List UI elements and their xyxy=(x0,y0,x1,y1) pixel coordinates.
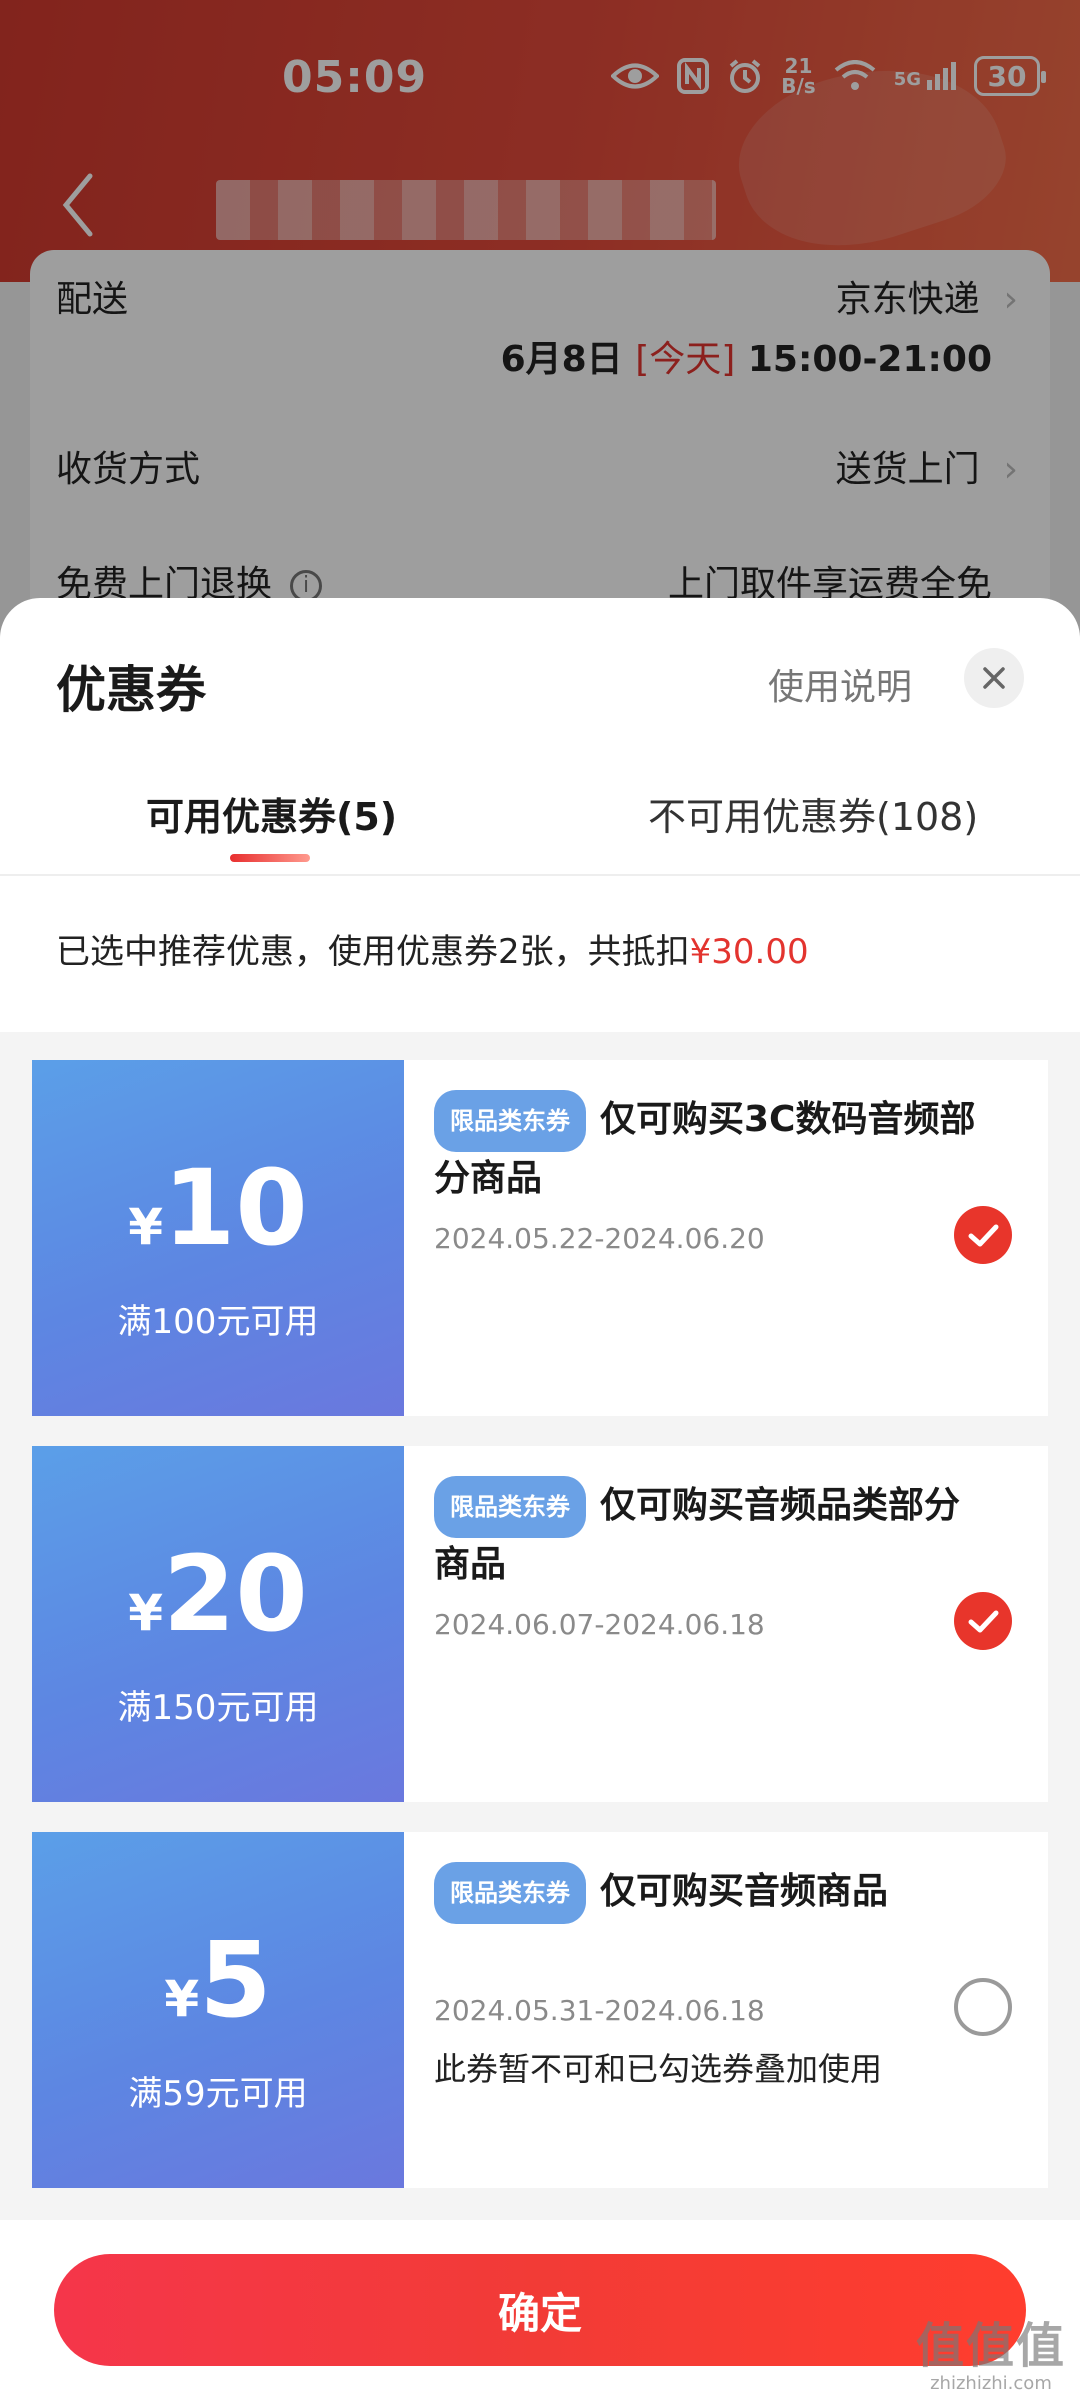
coupon-tabs: 可用优惠券(5) 不可用优惠券(108) xyxy=(0,766,1080,876)
coupon-details: 限品类东券 仅可购买音频品类部分商品 2024.06.07-2024.06.18 xyxy=(404,1446,1048,1802)
coupon-validity: 2024.05.31-2024.06.18 xyxy=(434,1994,765,2027)
coupon-amount: 5 xyxy=(199,1919,272,2041)
selection-summary: 已选中推荐优惠，使用优惠券2张，共抵扣¥30.00 xyxy=(56,924,809,973)
tab-available[interactable]: 可用优惠券(5) xyxy=(146,786,397,841)
close-button[interactable] xyxy=(964,648,1024,708)
watermark-url: zhizhizhi.com xyxy=(930,2373,1052,2394)
modal-overlay[interactable] xyxy=(0,0,1080,640)
watermark-logo-text: 值值值 xyxy=(915,2318,1066,2374)
summary-amount: ¥30.00 xyxy=(689,932,809,972)
close-icon xyxy=(983,667,1005,689)
coupon-title: 限品类东券 仅可购买音频商品 xyxy=(434,1862,994,1924)
check-icon xyxy=(968,1610,999,1633)
currency-symbol: ¥ xyxy=(128,1584,164,1642)
coupon-value-panel: ¥10 满100元可用 xyxy=(32,1060,404,1416)
coupon-note: 此券暂不可和已勾选券叠加使用 xyxy=(434,2050,883,2088)
coupon-threshold: 满100元可用 xyxy=(117,1302,319,1342)
watermark: 值值值 zhizhizhi.com xyxy=(916,2318,1066,2394)
active-tab-indicator xyxy=(230,854,310,862)
coupon-title-text: 仅可购买音频商品 xyxy=(600,1871,889,1912)
coupon-card[interactable]: ¥20 满150元可用 限品类东券 仅可购买音频品类部分商品 2024.06.07… xyxy=(32,1446,1048,1802)
coupon-checkbox-unchecked[interactable] xyxy=(954,1978,1012,2036)
currency-symbol: ¥ xyxy=(164,1970,200,2028)
coupon-amount: 10 xyxy=(163,1147,308,1269)
coupon-details: 限品类东券 仅可购买音频商品 2024.05.31-2024.06.18 此券暂不… xyxy=(404,1832,1048,2188)
summary-text: 已选中推荐优惠，使用优惠券2张，共抵扣 xyxy=(56,932,690,972)
coupon-checkbox-checked[interactable] xyxy=(954,1206,1012,1264)
currency-symbol: ¥ xyxy=(128,1198,164,1256)
background-page: 05:09 21 B/s 5G 30 配送 京东快递 › 6月8日 [今天] 1… xyxy=(0,0,1080,640)
coupon-card[interactable]: ¥5 满59元可用 限品类东券 仅可购买音频商品 2024.05.31-2024.… xyxy=(32,1832,1048,2188)
coupon-value-panel: ¥20 满150元可用 xyxy=(32,1446,404,1802)
confirm-button[interactable]: 确定 xyxy=(54,2254,1026,2366)
sheet-title: 优惠券 xyxy=(56,661,206,719)
coupon-title: 限品类东券 仅可购买音频品类部分商品 xyxy=(434,1476,994,1592)
tab-unavailable[interactable]: 不可用优惠券(108) xyxy=(648,786,978,841)
coupon-title: 限品类东券 仅可购买3C数码音频部分商品 xyxy=(434,1090,994,1206)
coupon-checkbox-checked[interactable] xyxy=(954,1592,1012,1650)
coupon-details: 限品类东券 仅可购买3C数码音频部分商品 2024.05.22-2024.06.2… xyxy=(404,1060,1048,1416)
coupon-amount: 20 xyxy=(163,1533,308,1655)
check-icon xyxy=(968,1224,999,1247)
coupon-validity: 2024.05.22-2024.06.20 xyxy=(434,1222,765,1255)
coupon-value-panel: ¥5 满59元可用 xyxy=(32,1832,404,2188)
coupon-sheet: 优惠券 使用说明 可用优惠券(5) 不可用优惠券(108) 已选中推荐优惠，使用… xyxy=(0,598,1080,2400)
coupon-tag: 限品类东券 xyxy=(434,1862,586,1924)
coupon-tag: 限品类东券 xyxy=(434,1476,586,1538)
usage-instructions-link[interactable]: 使用说明 xyxy=(768,658,912,710)
coupon-validity: 2024.06.07-2024.06.18 xyxy=(434,1608,765,1641)
coupon-list[interactable]: ¥10 满100元可用 限品类东券 仅可购买3C数码音频部分商品 2024.05.… xyxy=(0,1032,1080,2220)
coupon-tag: 限品类东券 xyxy=(434,1090,586,1152)
coupon-card[interactable]: ¥10 满100元可用 限品类东券 仅可购买3C数码音频部分商品 2024.05.… xyxy=(32,1060,1048,1416)
coupon-threshold: 满59元可用 xyxy=(128,2074,308,2114)
coupon-threshold: 满150元可用 xyxy=(117,1688,319,1728)
